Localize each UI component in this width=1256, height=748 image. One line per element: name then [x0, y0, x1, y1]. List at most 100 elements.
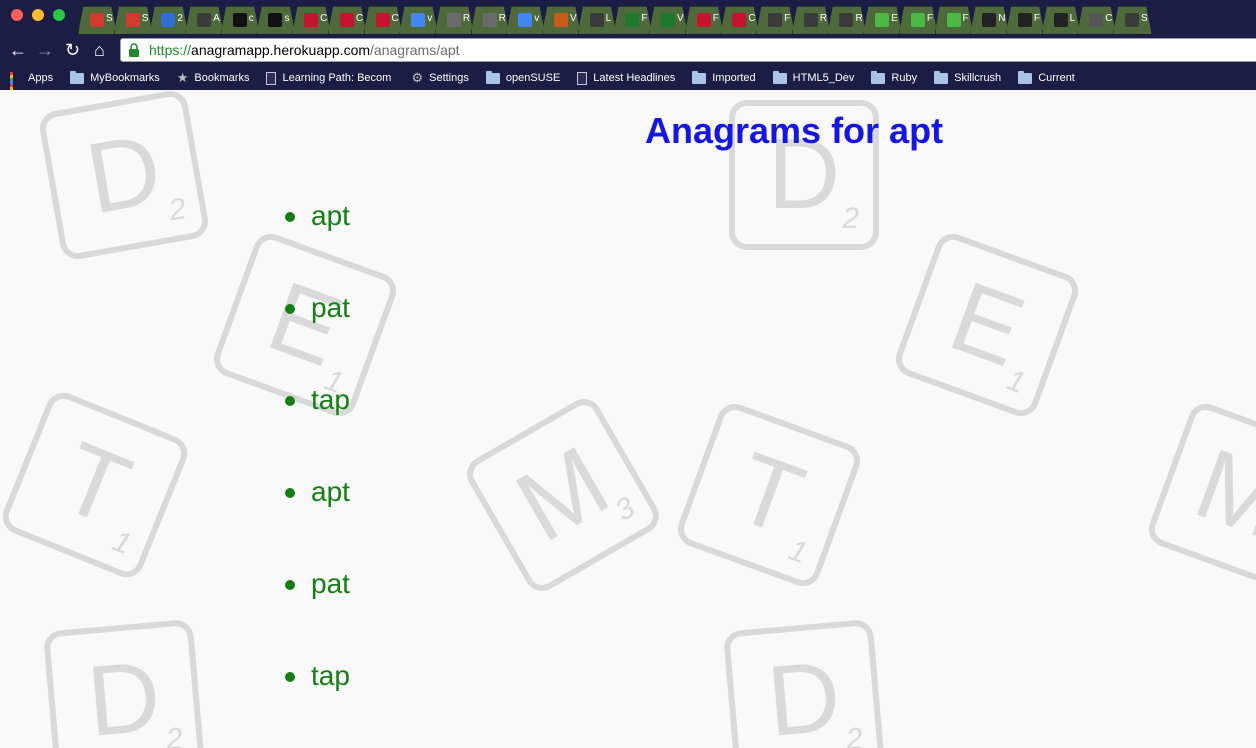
bookmark-label: Latest Headlines — [593, 72, 676, 84]
panda-icon — [1053, 13, 1068, 27]
browser-tab[interactable]: A — [185, 6, 224, 34]
tab-label: 2 — [177, 13, 183, 24]
browser-tab[interactable]: R — [827, 6, 867, 34]
browser-tab[interactable]: C — [292, 6, 331, 34]
bookmark-item[interactable]: Learning Path: Becom — [266, 71, 394, 85]
back-arrow-icon[interactable]: ← — [9, 40, 27, 60]
browser-tab[interactable]: L — [1041, 6, 1081, 34]
tab-label: S — [1140, 13, 1148, 24]
bookmark-item[interactable]: Apps — [10, 72, 53, 99]
tab-label: C — [748, 13, 756, 24]
browser-tab[interactable]: F — [684, 6, 724, 34]
star-icon: ★ — [176, 70, 189, 85]
bookmark-item[interactable]: Latest Headlines — [577, 71, 676, 85]
browser-tab[interactable]: s — [256, 6, 296, 34]
browser-tab[interactable]: V — [541, 6, 581, 34]
browser-tab[interactable]: F — [934, 6, 974, 34]
scrabble-tile: E1 — [890, 228, 1084, 422]
browser-tab[interactable]: S — [113, 6, 153, 34]
bookmark-label: Learning Path: Becom — [282, 72, 392, 84]
rp-icon — [696, 13, 711, 27]
green-u-icon — [910, 13, 925, 27]
browser-tab[interactable]: v — [399, 6, 438, 34]
rp-icon — [732, 13, 747, 27]
browser-tab[interactable]: v — [506, 6, 545, 34]
tile-score: 2 — [164, 722, 185, 748]
browser-tab[interactable]: N — [970, 6, 1009, 34]
close-window-button[interactable] — [11, 9, 23, 21]
tab-label: F — [641, 13, 648, 24]
panda-icon — [982, 13, 997, 27]
browser-tab[interactable]: C — [1077, 6, 1116, 34]
browser-tab[interactable]: E — [863, 6, 902, 34]
bookmark-item[interactable]: ★ Bookmarks — [176, 70, 250, 85]
bookmark-item[interactable]: Imported — [692, 70, 756, 84]
bookmark-item[interactable]: Skillcrush — [934, 70, 1002, 84]
bookmark-item[interactable]: Ruby — [871, 70, 918, 84]
maximize-window-button[interactable] — [53, 9, 65, 21]
red-circle-icon — [125, 13, 140, 27]
scrabble-tile: M3 — [460, 392, 666, 598]
browser-tab[interactable]: F — [898, 6, 938, 34]
green-terminal-icon — [661, 13, 675, 27]
browser-tab[interactable]: C — [363, 6, 403, 34]
tab-label: v — [427, 13, 433, 24]
tab-label: V — [677, 13, 684, 24]
bookmark-label: MyBookmarks — [90, 72, 160, 84]
dark-square-icon — [1124, 13, 1139, 27]
browser-tab[interactable]: F — [1005, 6, 1045, 34]
scrabble-tile: D2 — [42, 618, 206, 748]
minimize-window-button[interactable] — [32, 9, 44, 21]
tile-letter: T — [46, 420, 145, 548]
folder-icon — [70, 70, 85, 84]
anagram-item: apt — [284, 200, 350, 292]
browser-tab[interactable]: c — [220, 6, 260, 34]
tab-label: c — [248, 13, 254, 24]
folder-icon — [934, 70, 949, 84]
document-icon — [577, 71, 588, 85]
green-terminal-icon — [625, 13, 640, 27]
browser-tab[interactable]: C — [327, 6, 367, 34]
browser-tab[interactable]: R — [791, 6, 831, 34]
bookmark-label: Ruby — [891, 72, 918, 84]
url-text[interactable]: https://anagramapp.herokuapp.com/anagram… — [149, 42, 460, 58]
bookmark-item[interactable]: ⚙ Settings — [411, 71, 468, 84]
browser-tab[interactable]: R — [434, 6, 474, 34]
scrabble-tile: D2 — [722, 618, 886, 748]
browser-tab[interactable]: L — [577, 6, 617, 34]
dark-square-icon — [589, 13, 604, 27]
browser-tab[interactable]: 2 — [149, 6, 189, 34]
browser-tab[interactable]: F — [613, 6, 652, 34]
bookmark-item[interactable]: Current — [1018, 70, 1075, 84]
bookmark-label: Skillcrush — [954, 72, 1002, 84]
browser-tab[interactable]: S — [1112, 6, 1152, 34]
github-icon — [268, 13, 283, 27]
bookmark-item[interactable]: HTML5_Dev — [772, 70, 854, 84]
tab-label: R — [819, 13, 827, 24]
bookmark-item[interactable]: MyBookmarks — [70, 70, 160, 84]
address-bar[interactable]: https://anagramapp.herokuapp.com/anagram… — [120, 38, 1256, 62]
tile-letter: M — [1182, 427, 1256, 561]
tab-label: F — [1033, 13, 1040, 24]
reload-icon[interactable]: ↻ — [65, 40, 80, 60]
tab-list: S S 2 Ac s C C Cv R Rv V L F V F C F R R E F F N F L C S — [78, 6, 1152, 34]
browser-tab[interactable]: F — [756, 6, 795, 34]
tab-label: R — [855, 13, 863, 24]
browser-tab[interactable]: C — [720, 6, 760, 34]
red-circle-icon — [90, 13, 104, 27]
url-host: anagramapp.herokuapp.com — [191, 42, 371, 58]
forward-arrow-icon[interactable]: → — [36, 40, 54, 60]
apps-grid-icon — [10, 72, 22, 99]
browser-tab[interactable]: S — [78, 6, 117, 34]
tree-icon — [482, 13, 497, 27]
anagram-list: apt pat tap apt pat tap — [284, 200, 350, 748]
home-icon[interactable]: ⌂ — [94, 40, 105, 60]
browser-tab[interactable]: V — [649, 6, 688, 34]
browser-tab[interactable]: R — [470, 6, 510, 34]
tree-icon — [446, 13, 461, 27]
tab-label: L — [1069, 13, 1076, 24]
tab-label: N — [998, 13, 1006, 24]
red-code-icon — [304, 13, 319, 27]
bookmark-item[interactable]: openSUSE — [485, 70, 560, 84]
tab-label: L — [605, 13, 612, 24]
